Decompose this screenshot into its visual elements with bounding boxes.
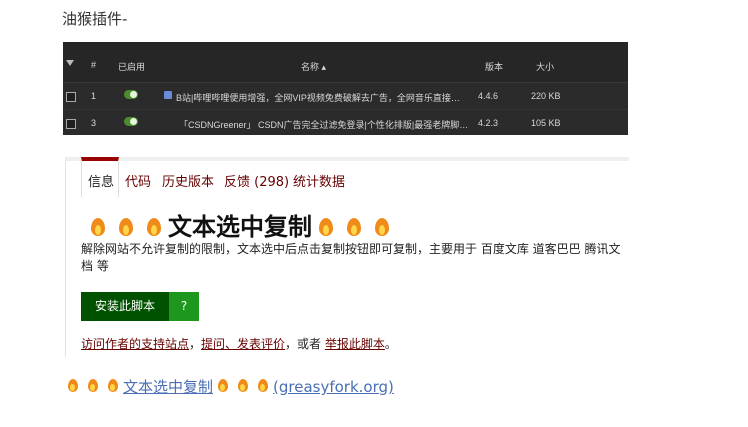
tab-feedback[interactable]: 反馈 (298) [224,171,289,190]
script-size: 105 KB [531,118,561,128]
fire-icon [67,378,79,394]
install-button[interactable]: 安装此脚本 [81,292,169,321]
period: 。 [384,337,397,351]
script-name[interactable]: B站|哔哩哔哩便用增强，全网VIP视频免费破解去广告，全网音乐直接下载... [176,91,466,104]
tampermonkey-script-table: # 已启用 名称 ▴ 版本 大小 1 B站|哔哩哔哩便用增强，全网VIP视频免费… [63,42,628,135]
or-text: ，或者 [285,337,325,351]
header-index: # [91,60,97,70]
row-index: 1 [91,91,97,101]
table-row[interactable]: 3 「CSDNGreener」 CSDN广告完全过滤免登录|个性化排版|最强老牌… [63,110,628,136]
table-row[interactable]: 1 B站|哔哩哔哩便用增强，全网VIP视频免费破解去广告，全网音乐直接下载...… [63,83,628,110]
fire-icon [107,378,119,394]
fire-icon [237,378,249,394]
fire-icon [90,216,106,238]
script-icon [164,91,172,99]
fire-icon [118,216,134,238]
tab-code[interactable]: 代码 [125,171,151,190]
author-links: 访问作者的支持站点，提问、发表评价，或者 举报此脚本。 [81,335,397,352]
script-version: 4.2.3 [478,118,499,128]
fire-icon [87,378,99,394]
separator: ， [189,337,202,351]
enabled-toggle[interactable] [124,117,138,126]
help-button[interactable]: ? [169,292,199,321]
report-link[interactable]: 举报此脚本 [325,337,385,351]
fire-icon [318,216,334,238]
header-version[interactable]: 版本 [485,60,503,73]
link-domain: (greasyfork.org) [273,378,394,396]
script-version: 4.4.6 [478,91,499,101]
script-size: 220 KB [531,91,561,101]
fire-icon [257,378,269,394]
header-enabled[interactable]: 已启用 [118,60,145,73]
fire-icon [217,378,229,394]
script-title: 文本选中复制 [84,207,396,242]
tab-history[interactable]: 历史版本 [162,171,214,190]
greasyfork-link[interactable]: 文本选中复制 (greasyfork.org) [63,376,394,397]
header-size[interactable]: 大小 [536,60,554,73]
greasyfork-script-card: 信息 代码 历史版本 反馈 (298) 统计数据 文本选中复制 解除网站不允许复… [65,157,629,357]
table-header: # 已启用 名称 ▴ 版本 大小 [63,42,628,83]
row-index: 3 [91,118,97,128]
link-title: 文本选中复制 [123,378,214,396]
script-name[interactable]: 「CSDNGreener」 CSDN广告完全过滤免登录|个性化排版|最强老牌脚本… [179,118,469,131]
tab-stats[interactable]: 统计数据 [293,171,345,190]
header-name[interactable]: 名称 ▴ [301,60,326,73]
row-checkbox[interactable] [66,92,76,102]
page-title: 油猴插件- [62,10,128,28]
fire-icon [374,216,390,238]
row-checkbox[interactable] [66,119,76,129]
feedback-link[interactable]: 提问、发表评价 [201,337,285,351]
tab-info[interactable]: 信息 [88,171,114,190]
fire-icon [146,216,162,238]
filter-icon[interactable] [66,60,74,66]
enabled-toggle[interactable] [124,90,138,99]
script-title-text: 文本选中复制 [168,213,312,241]
script-description: 解除网站不允许复制的限制，文本选中后点击复制按钮即可复制，主要用于 百度文库 道… [81,242,621,273]
support-site-link[interactable]: 访问作者的支持站点 [81,337,189,351]
fire-icon [346,216,362,238]
